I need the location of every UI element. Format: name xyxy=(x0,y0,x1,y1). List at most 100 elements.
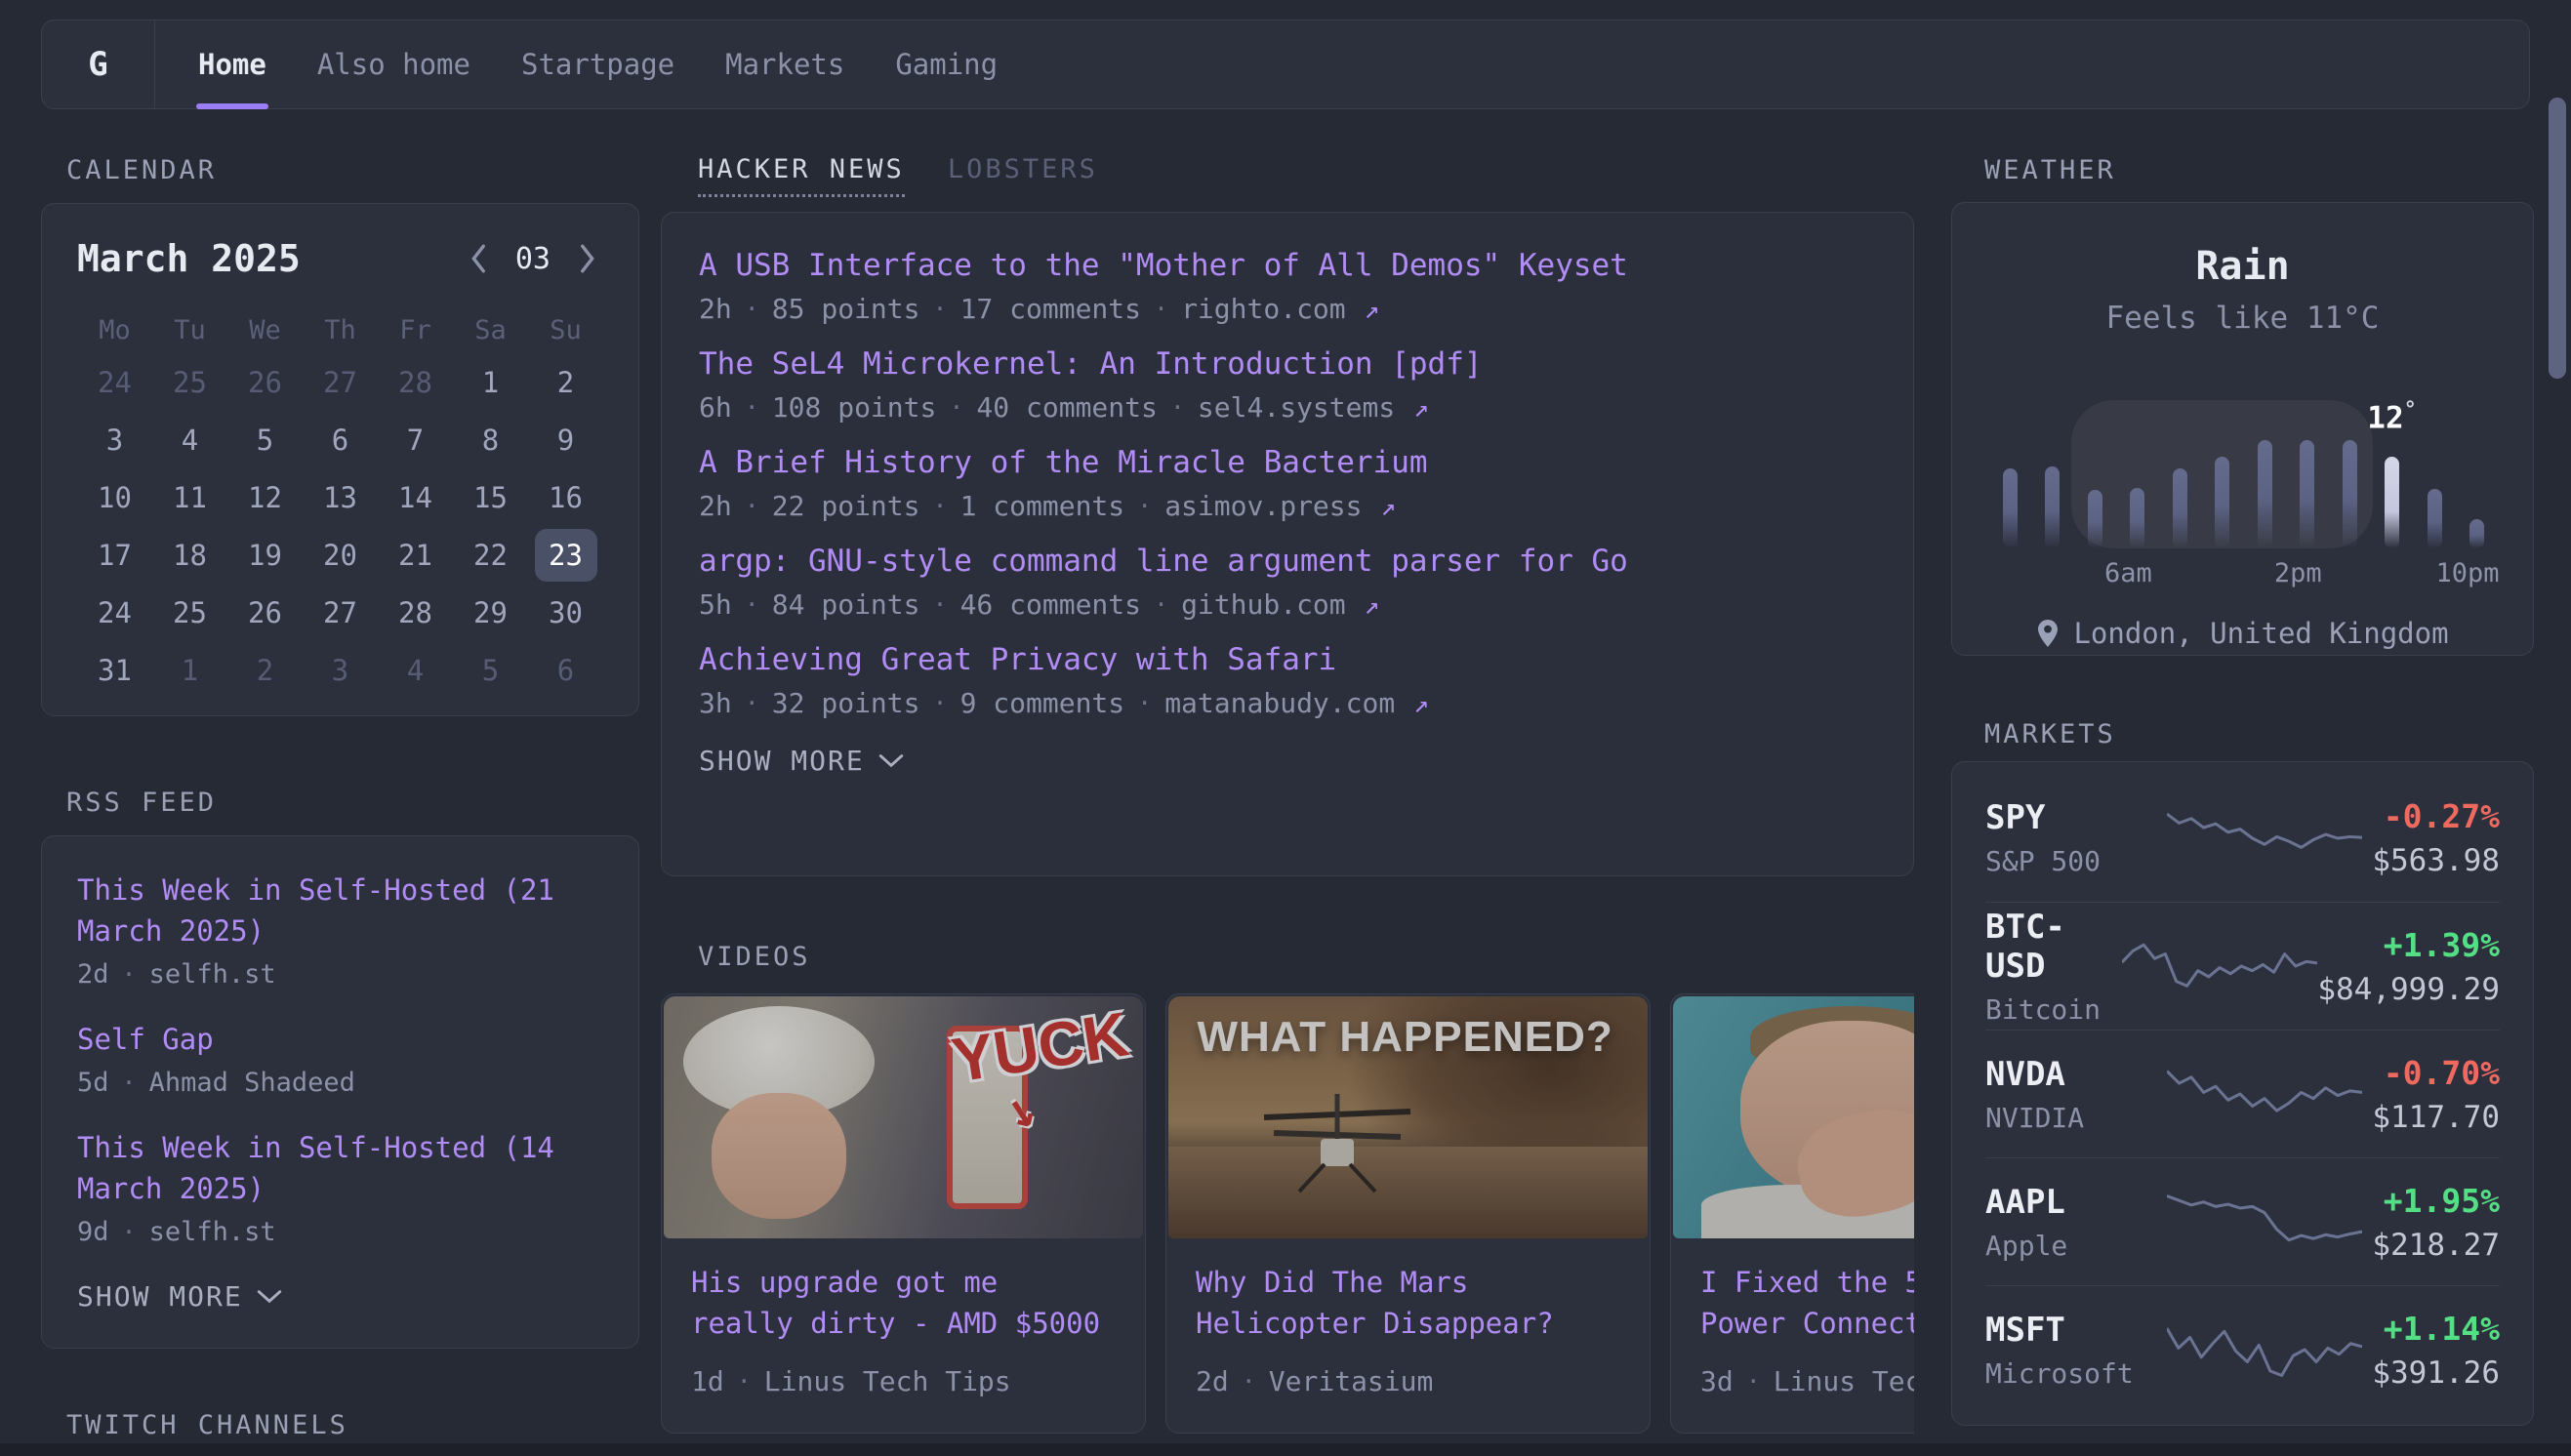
news-item-comments: 40 comments xyxy=(976,391,1157,424)
nav-tab-markets[interactable]: Markets xyxy=(700,20,870,108)
calendar-day[interactable]: 5 xyxy=(227,411,303,468)
calendar-day[interactable]: 19 xyxy=(227,526,303,584)
video-row: YUCK↘His upgrade got me really dirty - A… xyxy=(661,993,1914,1434)
calendar-next-button[interactable] xyxy=(570,238,603,279)
calendar-day-number: 26 xyxy=(248,366,282,399)
news-item-domain: github.com ↗ xyxy=(1181,588,1379,621)
nav-tab-also-home[interactable]: Also home xyxy=(292,20,496,108)
calendar-day[interactable]: 24 xyxy=(77,353,152,411)
calendar-day[interactable]: 8 xyxy=(453,411,528,468)
calendar-day[interactable]: 26 xyxy=(227,584,303,641)
market-row-nvda[interactable]: NVDANVIDIA-0.70%$117.70 xyxy=(1985,1030,2500,1157)
news-item[interactable]: A USB Interface to the "Mother of All De… xyxy=(699,248,1876,325)
calendar-day-number: 17 xyxy=(98,539,132,572)
markets-card: SPYS&P 500-0.27%$563.98BTC-USDBitcoin+1.… xyxy=(1951,761,2534,1426)
calendar-day[interactable]: 27 xyxy=(303,584,378,641)
nav-tab-home[interactable]: Home xyxy=(173,20,292,108)
tab-lobsters[interactable]: LOBSTERS xyxy=(948,154,1098,194)
calendar-day-number: 25 xyxy=(173,366,207,399)
news-item[interactable]: A Brief History of the Miracle Bacterium… xyxy=(699,445,1876,522)
calendar-day[interactable]: 29 xyxy=(453,584,528,641)
weather-time-label: 2pm xyxy=(2274,558,2322,588)
nav-tab-gaming[interactable]: Gaming xyxy=(870,20,1023,108)
calendar-day[interactable]: 24 xyxy=(77,584,152,641)
page-scrollbar-thumb[interactable] xyxy=(2549,98,2566,379)
video-card[interactable]: DOTHTI Fixed the 5 Power Connect3d·Linus… xyxy=(1670,993,1914,1434)
calendar-day[interactable]: 15 xyxy=(453,468,528,526)
video-thumbnail[interactable]: WHAT HAPPENED? xyxy=(1168,996,1648,1238)
video-card[interactable]: WHAT HAPPENED? Why Did The Mars Helicopte… xyxy=(1165,993,1651,1434)
market-row-btc-usd[interactable]: BTC-USDBitcoin+1.39%$84,999.29 xyxy=(1985,902,2500,1030)
calendar-day[interactable]: 1 xyxy=(152,641,227,699)
calendar-day[interactable]: 10 xyxy=(77,468,152,526)
calendar-header: March 2025 03 xyxy=(77,237,603,280)
weather-time-label: 6am xyxy=(2104,558,2152,588)
market-change: +1.14% xyxy=(2362,1310,2500,1348)
video-thumbnail[interactable]: YUCK↘ xyxy=(664,996,1143,1238)
calendar-day[interactable]: 13 xyxy=(303,468,378,526)
market-price: $117.70 xyxy=(2362,1100,2500,1135)
calendar-day[interactable]: 28 xyxy=(378,353,453,411)
calendar-day[interactable]: 2 xyxy=(528,353,603,411)
weather-bar xyxy=(2130,488,2144,548)
weather-condition: Rain xyxy=(1985,244,2500,289)
rss-item[interactable]: Self Gap5d·Ahmad Shadeed xyxy=(77,1019,603,1098)
tab-hacker-news[interactable]: HACKER NEWS xyxy=(698,154,905,197)
calendar-day[interactable]: 21 xyxy=(378,526,453,584)
calendar-day-number: 19 xyxy=(248,539,282,572)
calendar-day[interactable]: 18 xyxy=(152,526,227,584)
calendar-day[interactable]: 16 xyxy=(528,468,603,526)
video-card[interactable]: YUCK↘His upgrade got me really dirty - A… xyxy=(661,993,1146,1434)
calendar-day[interactable]: 6 xyxy=(528,641,603,699)
calendar-day[interactable]: 5 xyxy=(453,641,528,699)
calendar-day[interactable]: 30 xyxy=(528,584,603,641)
meta-dot-separator: · xyxy=(933,295,948,323)
hair-shape xyxy=(1750,1006,1914,1069)
calendar-day[interactable]: 27 xyxy=(303,353,378,411)
calendar-day[interactable]: 1 xyxy=(453,353,528,411)
market-values: -0.27%$563.98 xyxy=(2362,797,2500,878)
market-identity: MSFTMicrosoft xyxy=(1985,1311,2167,1390)
news-item[interactable]: The SeL4 Microkernel: An Introduction [p… xyxy=(699,346,1876,424)
calendar-day[interactable]: 12 xyxy=(227,468,303,526)
weather-bar xyxy=(2088,490,2102,548)
calendar-day[interactable]: 7 xyxy=(378,411,453,468)
calendar-day[interactable]: 3 xyxy=(77,411,152,468)
calendar-prev-button[interactable] xyxy=(463,238,496,279)
market-row-spy[interactable]: SPYS&P 500-0.27%$563.98 xyxy=(1985,774,2500,902)
rss-item[interactable]: This Week in Self-Hosted (21 March 2025)… xyxy=(77,870,603,990)
news-show-more-button[interactable]: SHOW MORE xyxy=(699,745,904,777)
calendar-day[interactable]: 22 xyxy=(453,526,528,584)
calendar-day[interactable]: 31 xyxy=(77,641,152,699)
calendar-day[interactable]: 26 xyxy=(227,353,303,411)
calendar-day-selected[interactable]: 23 xyxy=(528,526,603,584)
calendar-day[interactable]: 3 xyxy=(303,641,378,699)
video-thumbnail[interactable]: DOTHT xyxy=(1673,996,1914,1238)
market-row-msft[interactable]: MSFTMicrosoft+1.14%$391.26 xyxy=(1985,1285,2500,1413)
calendar-day[interactable]: 6 xyxy=(303,411,378,468)
rss-item[interactable]: This Week in Self-Hosted (14 March 2025)… xyxy=(77,1127,603,1247)
calendar-day[interactable]: 11 xyxy=(152,468,227,526)
calendar-day[interactable]: 9 xyxy=(528,411,603,468)
news-item[interactable]: argp: GNU-style command line argument pa… xyxy=(699,544,1876,621)
calendar-card: March 2025 03 MoTuWeThFrSaSu 24252627281… xyxy=(41,203,639,716)
calendar-day[interactable]: 17 xyxy=(77,526,152,584)
calendar-day[interactable]: 25 xyxy=(152,584,227,641)
calendar-day[interactable]: 4 xyxy=(378,641,453,699)
calendar-day[interactable]: 4 xyxy=(152,411,227,468)
meta-dot-separator: · xyxy=(933,689,948,717)
market-price: $563.98 xyxy=(2362,843,2500,878)
nav-tab-startpage[interactable]: Startpage xyxy=(496,20,700,108)
rss-show-more-button[interactable]: SHOW MORE xyxy=(77,1280,282,1313)
rss-item-meta: 5d·Ahmad Shadeed xyxy=(77,1068,603,1098)
news-item[interactable]: Achieving Great Privacy with Safari3h·32… xyxy=(699,642,1876,719)
calendar-day[interactable]: 25 xyxy=(152,353,227,411)
calendar-day[interactable]: 2 xyxy=(227,641,303,699)
calendar-day[interactable]: 20 xyxy=(303,526,378,584)
video-title: Why Did The Mars Helicopter Disappear? xyxy=(1196,1262,1620,1344)
calendar-day[interactable]: 14 xyxy=(378,468,453,526)
market-row-aapl[interactable]: AAPLApple+1.95%$218.27 xyxy=(1985,1157,2500,1285)
calendar-day-number: 30 xyxy=(549,596,583,629)
calendar-day[interactable]: 28 xyxy=(378,584,453,641)
meta-dot-separator: · xyxy=(1746,1367,1761,1395)
